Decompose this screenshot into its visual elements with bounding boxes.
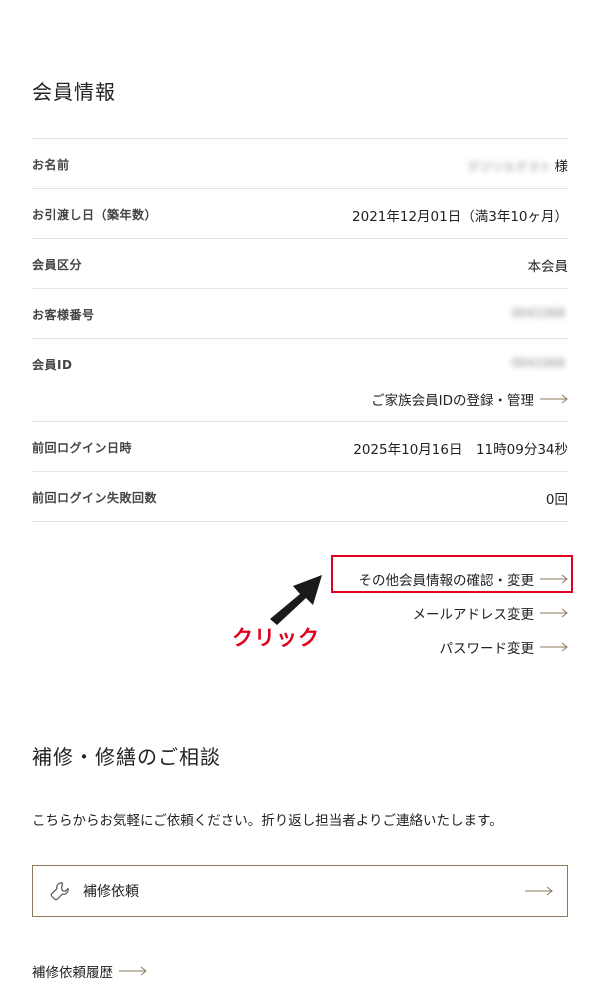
password-change-link-label: パスワード変更	[439, 641, 535, 657]
blurred-name-value: デジソルテスト	[467, 160, 552, 174]
table-row-last-login: 前回ログイン日時 2025年10月16日 11時09分34秒	[32, 422, 568, 472]
row-label: 会員区分	[32, 258, 83, 272]
other-member-info-link[interactable]: その他会員情報の確認・変更	[359, 562, 569, 596]
pointer-arrow-icon	[270, 575, 322, 625]
table-row-handover-date: お引渡し日（築年数） 2021年12月01日（満3年10ヶ月）	[32, 189, 568, 239]
long-right-arrow-icon	[540, 608, 568, 618]
table-row-name: お名前 デジソルテスト様	[32, 139, 568, 189]
email-change-link-label: メールアドレス変更	[412, 607, 535, 623]
row-value: 2021年12月01日（満3年10ヶ月）	[352, 209, 568, 225]
repair-request-button[interactable]: 補修依頼	[32, 865, 568, 917]
long-right-arrow-icon	[540, 394, 568, 404]
row-value: デジソルテスト様	[467, 155, 568, 175]
long-right-arrow-icon	[119, 966, 147, 976]
row-label: 前回ログイン日時	[32, 441, 133, 455]
long-right-arrow-icon	[525, 886, 553, 896]
row-value: 2025年10月16日 11時09分34秒	[353, 442, 568, 458]
row-value: 0041068	[512, 355, 568, 371]
family-member-id-link-label: ご家族会員IDの登録・管理	[371, 393, 534, 409]
email-change-link[interactable]: メールアドレス変更	[359, 596, 569, 630]
family-member-id-link[interactable]: ご家族会員IDの登録・管理	[371, 389, 568, 409]
member-info-title: 会員情報	[32, 80, 116, 104]
repair-description: こちらからお気軽にご依頼ください。折り返し担当者よりご連絡いたします。	[32, 813, 503, 829]
repair-request-button-label: 補修依頼	[83, 884, 139, 900]
table-row-login-failures: 前回ログイン失敗回数 0回	[32, 472, 568, 522]
repair-history-link[interactable]: 補修依頼履歴	[32, 961, 147, 981]
account-links: その他会員情報の確認・変更 メールアドレス変更 パスワード変更	[359, 562, 569, 664]
row-label: お名前	[32, 158, 70, 172]
name-suffix: 様	[554, 159, 569, 175]
repair-history-link-label: 補修依頼履歴	[32, 965, 113, 981]
password-change-link[interactable]: パスワード変更	[359, 630, 569, 664]
blurred-member-id: 0041068	[511, 356, 565, 370]
member-info-table: お名前 デジソルテスト様 お引渡し日（築年数） 2021年12月01日（満3年1…	[32, 138, 568, 522]
repair-section-title: 補修・修繕のご相談	[32, 745, 221, 769]
long-right-arrow-icon	[540, 642, 568, 652]
row-label: 会員ID	[32, 358, 73, 372]
row-value: 0回	[545, 492, 568, 508]
row-value: 本会員	[527, 259, 569, 275]
blurred-customer-number: 0041068	[511, 306, 565, 320]
row-label: お客様番号	[32, 308, 95, 322]
table-row-customer-number: お客様番号 0041068	[32, 289, 568, 339]
table-row-member-id: 会員ID 0041068 ご家族会員IDの登録・管理	[32, 339, 568, 422]
wrench-icon	[50, 882, 69, 901]
table-row-member-type: 会員区分 本会員	[32, 239, 568, 289]
row-value: 0041068	[512, 305, 568, 321]
row-label: お引渡し日（築年数）	[32, 208, 158, 222]
other-member-info-link-label: その他会員情報の確認・変更	[358, 573, 535, 589]
click-annotation-label: クリック	[232, 626, 320, 650]
row-label: 前回ログイン失敗回数	[32, 491, 158, 505]
long-right-arrow-icon	[540, 574, 568, 584]
